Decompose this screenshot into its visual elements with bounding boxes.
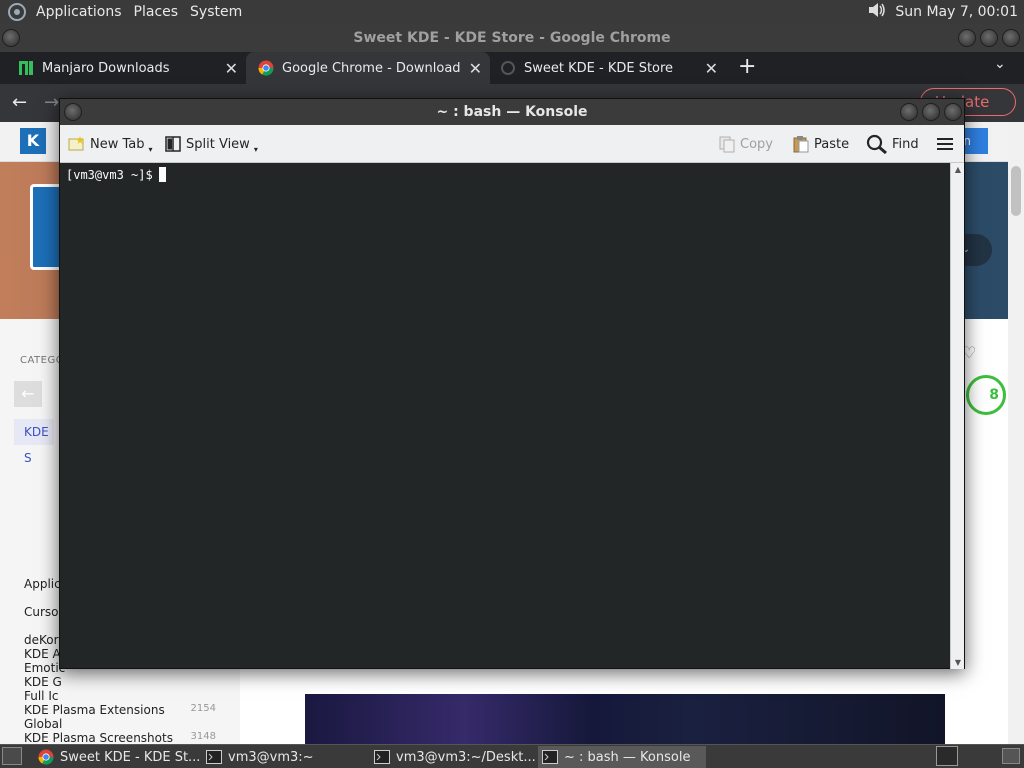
category-label: Applic xyxy=(24,577,61,591)
minimize-button[interactable] xyxy=(900,103,918,121)
task-label: Sweet KDE - KDE St... xyxy=(60,749,201,765)
close-button[interactable] xyxy=(1002,29,1020,47)
dropdown-caret-icon: ▾ xyxy=(253,144,258,154)
rating-circle: 8 xyxy=(966,375,1006,415)
maximize-button[interactable] xyxy=(922,103,940,121)
current-category-chip[interactable]: KDE S xyxy=(14,419,54,465)
category-count: 2154 xyxy=(190,703,216,714)
terminal-cursor xyxy=(158,167,166,182)
hamburger-menu-icon xyxy=(936,135,954,153)
terminal-line: [vm3@vm3 ~]$ xyxy=(66,167,166,183)
task-label: vm3@vm3:~ xyxy=(228,749,314,765)
split-view-label: Split View xyxy=(186,136,250,152)
tab-strip: Manjaro Downloads ✕ Google Chrome - Down… xyxy=(0,52,1024,84)
scroll-down-arrow-icon[interactable]: ▼ xyxy=(953,658,963,667)
tab-label: Google Chrome - Download th xyxy=(282,60,460,76)
minimize-button[interactable] xyxy=(958,29,976,47)
kde-logo-icon[interactable]: K xyxy=(20,128,46,154)
konsole-titlebar[interactable]: ~ : bash — Konsole xyxy=(60,99,964,125)
tab-label: Sweet KDE - KDE Store xyxy=(524,60,674,76)
top-panel: Applications Places System Sun May 7, 00… xyxy=(0,0,1024,24)
category-count xyxy=(216,675,224,697)
shell-prompt: [vm3@vm3 ~]$ xyxy=(66,168,153,182)
copy-button[interactable]: Copy xyxy=(718,133,773,155)
close-button[interactable] xyxy=(944,103,962,121)
chrome-titlebar[interactable]: Sweet KDE - KDE Store - Google Chrome xyxy=(0,24,1024,52)
close-tab-icon[interactable]: ✕ xyxy=(225,59,238,78)
task-terminal-desktop[interactable]: vm3@vm3:~/Deskt... xyxy=(370,746,536,768)
bottom-taskbar: Sweet KDE - KDE St... vm3@vm3:~ vm3@vm3:… xyxy=(0,744,1024,768)
terminal-icon xyxy=(374,749,390,765)
new-tab-button[interactable]: New Tab ▾ xyxy=(68,133,153,155)
terminal-icon xyxy=(542,749,558,765)
tab-google-chrome-download[interactable]: Google Chrome - Download th ✕ xyxy=(246,52,490,84)
close-tab-icon[interactable]: ✕ xyxy=(705,59,718,78)
tab-manjaro-downloads[interactable]: Manjaro Downloads ✕ xyxy=(0,52,246,84)
terminal-area[interactable]: [vm3@vm3 ~]$ xyxy=(64,165,950,667)
category-label: KDE Plasma Extensions xyxy=(24,703,165,717)
volume-icon[interactable] xyxy=(867,1,887,23)
new-tab-plus-icon[interactable]: + xyxy=(738,54,756,79)
category-count: 3148 xyxy=(190,731,216,742)
applications-menu[interactable]: Applications xyxy=(36,4,122,20)
distro-logo-icon[interactable] xyxy=(6,1,28,23)
paste-icon xyxy=(792,135,810,153)
tray-terminal-icon[interactable] xyxy=(936,746,958,766)
split-view-button[interactable]: Split View ▾ xyxy=(164,133,258,155)
window-menu-button[interactable] xyxy=(64,103,82,121)
copy-icon xyxy=(718,135,736,153)
new-tab-icon xyxy=(68,135,86,153)
dropdown-caret-icon: ▾ xyxy=(148,144,153,154)
forward-arrow-icon[interactable]: → xyxy=(44,92,59,113)
category-label: Cursor xyxy=(24,605,64,619)
product-screenshot[interactable] xyxy=(305,694,945,744)
window-menu-button[interactable] xyxy=(2,29,20,47)
tab-label: Manjaro Downloads xyxy=(42,60,170,76)
task-label: ~ : bash — Konsole xyxy=(564,749,691,765)
hamburger-menu-button[interactable] xyxy=(936,133,958,155)
workspace-switcher[interactable] xyxy=(1002,748,1020,764)
manjaro-favicon-icon xyxy=(18,60,34,76)
close-tab-icon[interactable]: ✕ xyxy=(469,59,482,78)
paste-button[interactable]: Paste xyxy=(792,133,849,155)
clock[interactable]: Sun May 7, 00:01 xyxy=(895,4,1018,20)
category-item[interactable]: KDE Plasma Extensions 2154 xyxy=(24,703,224,725)
scroll-up-arrow-icon[interactable]: ▲ xyxy=(953,165,963,174)
terminal-icon xyxy=(206,749,222,765)
system-menu[interactable]: System xyxy=(190,4,242,20)
categories-heading: CATEGO xyxy=(20,355,65,366)
scrollbar-thumb[interactable] xyxy=(1011,166,1021,216)
chrome-favicon-icon xyxy=(258,60,274,76)
task-label: vm3@vm3:~/Deskt... xyxy=(396,749,536,765)
find-button[interactable]: Find xyxy=(866,133,919,155)
category-label: KDE G xyxy=(24,675,62,689)
terminal-scrollbar[interactable]: ▲ ▼ xyxy=(950,163,964,669)
back-arrow-icon[interactable]: ← xyxy=(14,381,42,407)
task-terminal-home[interactable]: vm3@vm3:~ xyxy=(202,746,366,768)
konsole-toolbar: New Tab ▾ Split View ▾ Copy Paste Find xyxy=(60,125,964,163)
category-item[interactable]: KDE G xyxy=(24,675,224,697)
page-scrollbar[interactable] xyxy=(1008,122,1024,744)
search-icon xyxy=(866,134,888,154)
tab-sweet-kde[interactable]: Sweet KDE - KDE Store ✕ xyxy=(490,52,726,84)
split-view-icon xyxy=(164,135,182,153)
new-tab-label: New Tab xyxy=(90,136,145,152)
places-menu[interactable]: Places xyxy=(134,4,179,20)
konsole-window: ~ : bash — Konsole New Tab ▾ Split View … xyxy=(59,98,965,669)
find-label: Find xyxy=(892,136,919,152)
kde-store-favicon-icon xyxy=(500,60,516,76)
paste-label: Paste xyxy=(814,136,850,152)
category-label: KDE Plasma Screenshots xyxy=(24,731,173,744)
show-desktop-button[interactable] xyxy=(2,747,22,765)
back-arrow-icon[interactable]: ← xyxy=(12,92,27,113)
copy-label: Copy xyxy=(740,136,773,152)
category-item[interactable]: KDE Plasma Screenshots 3148 xyxy=(24,731,224,744)
tab-search-chevron-icon[interactable]: ⌄ xyxy=(994,56,1006,72)
chrome-icon xyxy=(38,749,54,765)
maximize-button[interactable] xyxy=(980,29,998,47)
task-konsole[interactable]: ~ : bash — Konsole xyxy=(538,746,706,768)
task-chrome[interactable]: Sweet KDE - KDE St... xyxy=(34,746,200,768)
category-label: KDE A xyxy=(24,647,61,661)
